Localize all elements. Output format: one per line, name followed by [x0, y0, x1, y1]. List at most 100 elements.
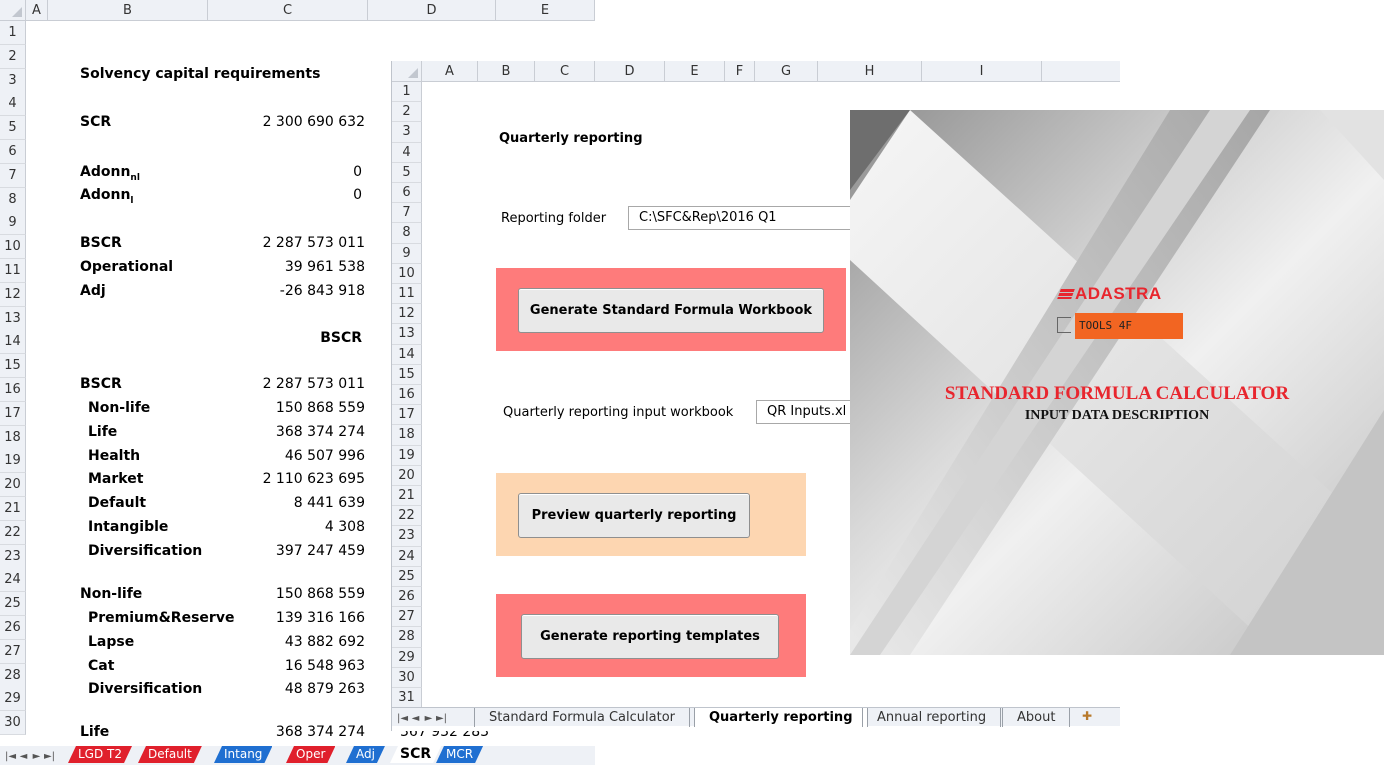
- sheet-tab[interactable]: About: [1002, 708, 1071, 727]
- sheet-tab[interactable]: Standard Formula Calculator: [474, 708, 690, 727]
- select-all-corner[interactable]: [0, 0, 26, 21]
- column-header[interactable]: E: [496, 0, 595, 21]
- row-header[interactable]: 30: [0, 711, 26, 736]
- front-select-all-corner[interactable]: [392, 61, 422, 82]
- column-header[interactable]: G: [755, 61, 818, 82]
- sheet-tab[interactable]: SCR: [390, 746, 441, 763]
- row-header[interactable]: 16: [0, 378, 26, 402]
- row-header[interactable]: 12: [0, 282, 26, 307]
- column-header[interactable]: C: [535, 61, 595, 82]
- row-header[interactable]: 15: [392, 364, 422, 385]
- column-header[interactable]: A: [26, 0, 48, 21]
- front-tab-prev-icon[interactable]: ◄: [409, 713, 422, 724]
- sheet-tab[interactable]: Oper: [286, 746, 335, 763]
- row-header[interactable]: 3: [392, 122, 422, 143]
- row-header[interactable]: 12: [392, 304, 422, 325]
- row-header[interactable]: 19: [0, 449, 26, 474]
- row-header[interactable]: 3: [0, 68, 26, 93]
- front-tab-first-icon[interactable]: |◄: [396, 713, 409, 724]
- row-header[interactable]: 7: [392, 203, 422, 224]
- row-header[interactable]: 14: [0, 330, 26, 355]
- row-header[interactable]: 10: [392, 263, 422, 284]
- row-header[interactable]: 2: [392, 102, 422, 123]
- row-header[interactable]: 8: [392, 223, 422, 244]
- row-header[interactable]: 28: [392, 627, 422, 648]
- sheet-tab[interactable]: Annual reporting: [862, 708, 1002, 727]
- row-header[interactable]: 6: [0, 140, 26, 164]
- row-header[interactable]: 13: [392, 324, 422, 345]
- sheet-tab[interactable]: Adj: [346, 746, 385, 763]
- reporting-folder-input[interactable]: C:\SFC&Rep\2016 Q1: [628, 206, 868, 230]
- row-header[interactable]: 13: [0, 306, 26, 331]
- row-header[interactable]: 25: [392, 566, 422, 587]
- row-header[interactable]: 24: [0, 568, 26, 593]
- column-header[interactable]: I: [922, 61, 1042, 82]
- front-tab-last-icon[interactable]: ►|: [435, 713, 448, 724]
- column-header[interactable]: C: [208, 0, 368, 21]
- sheet-tab[interactable]: MCR: [436, 746, 483, 763]
- row-header[interactable]: 23: [0, 544, 26, 569]
- row-header[interactable]: 11: [0, 259, 26, 283]
- tab-first-icon[interactable]: |◄: [4, 751, 17, 762]
- column-header[interactable]: B: [478, 61, 535, 82]
- row-header[interactable]: 22: [392, 506, 422, 527]
- row-header[interactable]: 16: [392, 385, 422, 406]
- column-header[interactable]: D: [595, 61, 665, 82]
- row-header[interactable]: 29: [392, 647, 422, 668]
- row-header[interactable]: 5: [392, 162, 422, 183]
- tab-last-icon[interactable]: ►|: [43, 751, 56, 762]
- row-header[interactable]: 4: [0, 92, 26, 117]
- row-header[interactable]: 20: [0, 473, 26, 498]
- row-header[interactable]: 30: [392, 667, 422, 688]
- row-header[interactable]: 17: [392, 405, 422, 426]
- sheet-tab[interactable]: LGD T2: [68, 746, 132, 763]
- tab-prev-icon[interactable]: ◄: [17, 751, 30, 762]
- row-header[interactable]: 19: [392, 445, 422, 466]
- column-header[interactable]: E: [665, 61, 725, 82]
- row-header[interactable]: 28: [0, 663, 26, 688]
- row-header[interactable]: 17: [0, 401, 26, 426]
- column-header[interactable]: A: [422, 61, 478, 82]
- row-header[interactable]: 9: [0, 211, 26, 236]
- row-header[interactable]: 6: [392, 183, 422, 204]
- row-header[interactable]: 27: [0, 639, 26, 664]
- sheet-tab[interactable]: Default: [138, 746, 202, 763]
- row-header[interactable]: 1: [392, 82, 422, 103]
- row-header[interactable]: 26: [392, 587, 422, 608]
- generate-sf-workbook-button[interactable]: Generate Standard Formula Workbook: [518, 288, 824, 333]
- row-header[interactable]: 14: [392, 344, 422, 365]
- row-header[interactable]: 1: [0, 21, 26, 45]
- generate-templates-button[interactable]: Generate reporting templates: [521, 614, 779, 659]
- front-tab-next-icon[interactable]: ►: [422, 713, 435, 724]
- new-sheet-icon[interactable]: ✚: [1082, 709, 1092, 723]
- row-header[interactable]: 18: [0, 425, 26, 450]
- row-header[interactable]: 8: [0, 187, 26, 212]
- row-header[interactable]: 5: [0, 116, 26, 141]
- row-header[interactable]: 25: [0, 592, 26, 617]
- column-header[interactable]: F: [725, 61, 755, 82]
- row-header[interactable]: 21: [0, 497, 26, 521]
- row-header[interactable]: 20: [392, 465, 422, 486]
- row-header[interactable]: 22: [0, 520, 26, 545]
- row-header[interactable]: 15: [0, 354, 26, 379]
- row-header[interactable]: 18: [392, 425, 422, 446]
- row-header[interactable]: 11: [392, 284, 422, 305]
- column-header[interactable]: D: [368, 0, 496, 21]
- sheet-tab[interactable]: Intang: [214, 746, 272, 763]
- row-header[interactable]: 24: [392, 546, 422, 567]
- row-header[interactable]: 2: [0, 44, 26, 69]
- row-header[interactable]: 4: [392, 142, 422, 163]
- sheet-tab[interactable]: Quarterly reporting: [694, 708, 868, 727]
- row-header[interactable]: 29: [0, 687, 26, 712]
- row-header[interactable]: 27: [392, 607, 422, 628]
- preview-quarterly-button[interactable]: Preview quarterly reporting: [518, 493, 750, 538]
- row-header[interactable]: 9: [392, 243, 422, 264]
- row-header[interactable]: 7: [0, 163, 26, 188]
- row-header[interactable]: 21: [392, 486, 422, 507]
- column-header[interactable]: H: [818, 61, 922, 82]
- tab-next-icon[interactable]: ►: [30, 751, 43, 762]
- row-header[interactable]: 26: [0, 616, 26, 640]
- row-header[interactable]: 10: [0, 235, 26, 260]
- row-header[interactable]: 23: [392, 526, 422, 547]
- column-header[interactable]: B: [48, 0, 208, 21]
